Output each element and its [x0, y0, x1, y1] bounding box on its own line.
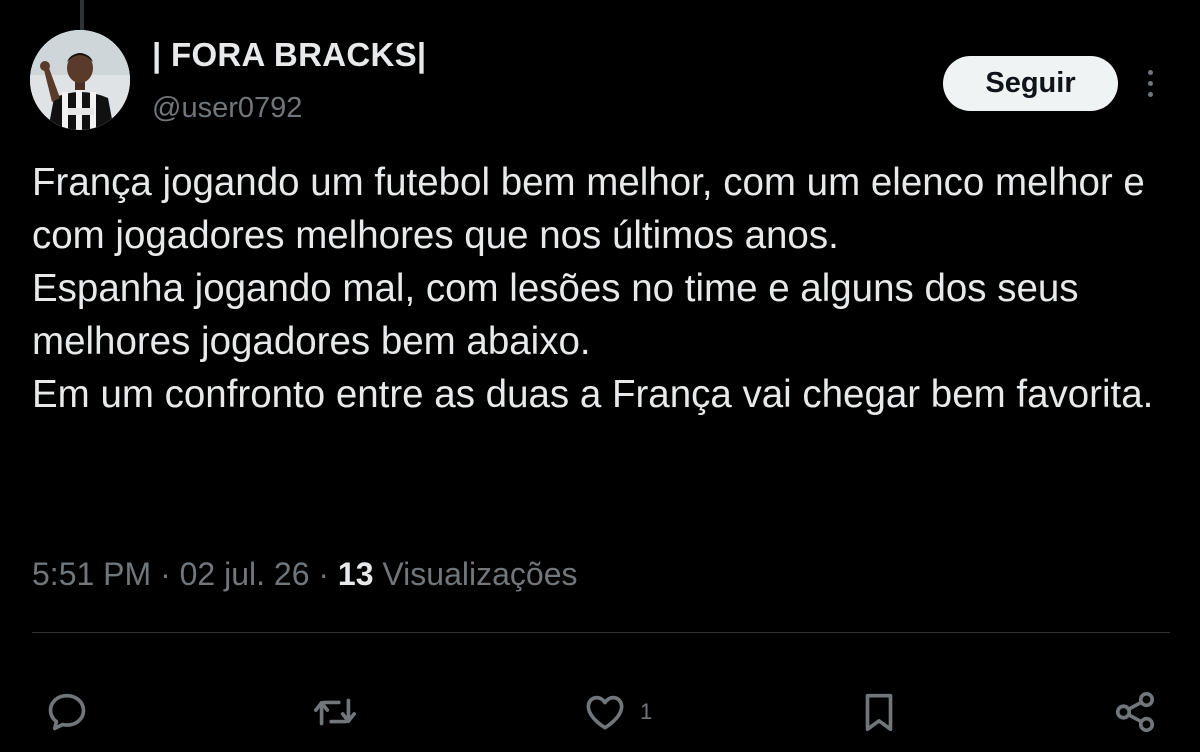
tweet-metadata: 5:51 PM · 02 jul. 26 · 13 Visualizações — [32, 556, 577, 593]
share-icon — [1115, 691, 1155, 733]
meta-separator: · — [318, 556, 330, 592]
follow-button[interactable]: Seguir — [943, 56, 1118, 111]
tweet-text: França jogando um futebol bem melhor, co… — [32, 156, 1182, 421]
views-label: Visualizações — [382, 556, 578, 592]
more-options-icon[interactable] — [1135, 60, 1165, 106]
user-handle[interactable]: @user0792 — [152, 92, 302, 125]
tweet-paragraph: Em um confronto entre as duas a França v… — [32, 373, 1154, 416]
more-dot — [1147, 69, 1153, 75]
display-name[interactable]: | FORA BRACKS| — [152, 36, 426, 74]
tweet-time[interactable]: 5:51 PM — [32, 556, 151, 592]
retweet-button[interactable] — [312, 688, 358, 736]
share-button[interactable] — [1112, 688, 1158, 736]
bookmark-icon — [865, 693, 893, 732]
like-button[interactable]: 1 — [582, 688, 652, 736]
tweet-paragraph: Espanha jogando mal, com lesões no time … — [32, 267, 1090, 363]
reply-button[interactable] — [44, 688, 90, 736]
meta-separator: · — [160, 556, 171, 592]
more-dot — [1147, 91, 1153, 97]
divider — [32, 632, 1170, 633]
retweet-icon — [314, 698, 356, 726]
views-count: 13 — [337, 556, 374, 592]
reply-icon — [48, 693, 86, 731]
bookmark-button[interactable] — [856, 688, 902, 736]
more-dot — [1147, 80, 1153, 86]
tweet-paragraph: França jogando um futebol bem melhor, co… — [32, 161, 1156, 257]
profile-avatar-icon — [30, 30, 130, 130]
heart-icon — [586, 695, 624, 730]
avatar[interactable] — [30, 30, 130, 130]
tweet-date[interactable]: 02 jul. 26 — [180, 556, 310, 592]
like-count: 1 — [640, 699, 653, 724]
